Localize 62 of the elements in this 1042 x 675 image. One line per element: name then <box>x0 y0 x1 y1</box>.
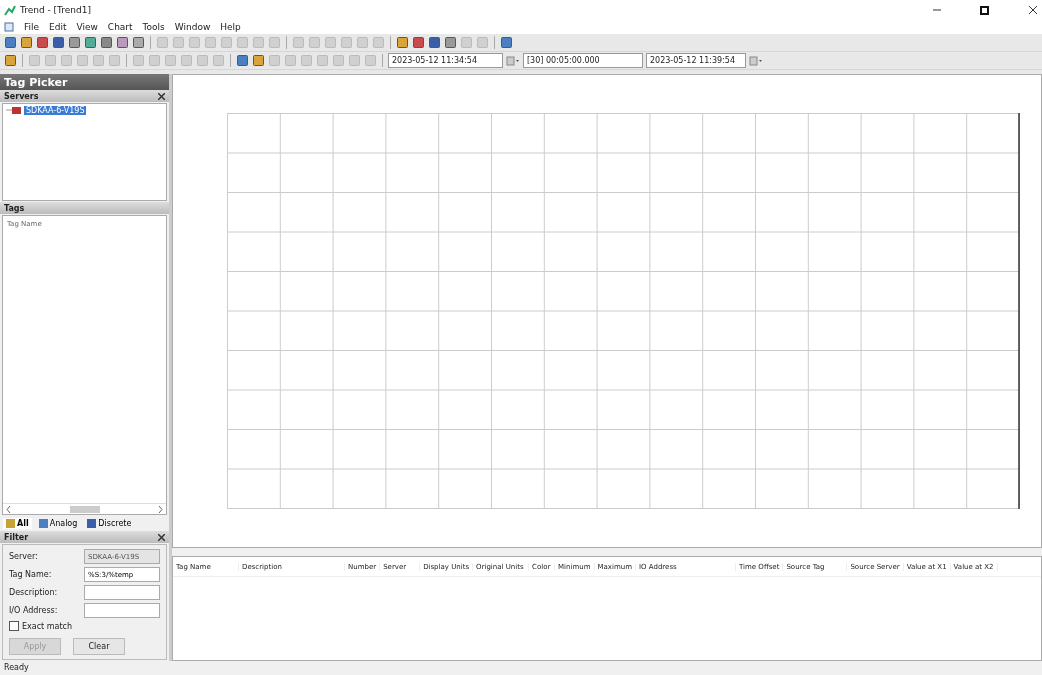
server-icon[interactable] <box>6 106 22 115</box>
field-label: I/O Address: <box>9 606 59 615</box>
checkbox[interactable] <box>9 621 19 631</box>
scroll-thumb[interactable] <box>69 505 100 513</box>
tool-icon[interactable] <box>132 36 145 49</box>
tool-icon[interactable] <box>4 36 17 49</box>
filter-button[interactable]: Clear <box>73 638 125 655</box>
menu-item[interactable]: View <box>76 22 98 32</box>
tab[interactable]: Discrete <box>84 518 135 529</box>
tool-icon[interactable] <box>20 36 33 49</box>
restore-icon[interactable] <box>980 5 990 15</box>
tool-icon[interactable] <box>236 54 249 67</box>
tab[interactable]: Analog <box>35 518 81 529</box>
tab[interactable]: All <box>3 518 32 529</box>
checkbox-label: Exact match <box>22 621 73 631</box>
status-text: Ready <box>4 663 29 672</box>
input-field[interactable] <box>84 603 160 618</box>
tool-icon[interactable] <box>428 36 441 49</box>
panel-title: Tag Picker <box>0 74 169 90</box>
tool-icon[interactable] <box>52 36 65 49</box>
menu-item[interactable]: Tools <box>142 22 165 32</box>
app-icon <box>4 4 16 16</box>
tool-icon[interactable] <box>396 36 409 49</box>
tool-icon[interactable] <box>4 54 17 67</box>
tree-item[interactable]: SDKAA-6-V19S <box>24 106 87 115</box>
menu-item[interactable]: Help <box>220 22 241 32</box>
field-label: Server: <box>9 552 39 561</box>
close-icon[interactable] <box>158 92 165 100</box>
scrollbar[interactable] <box>3 503 166 514</box>
tag-icon <box>6 519 15 528</box>
close-icon[interactable] <box>1028 5 1038 15</box>
close-icon[interactable] <box>158 533 165 541</box>
field-label: Tag Name: <box>9 570 53 579</box>
tag-icon <box>38 519 48 528</box>
input-field[interactable] <box>84 585 160 600</box>
end-time-field[interactable]: 2023-05-12 11:39:54 <box>646 53 746 68</box>
tool-icon[interactable] <box>36 36 49 49</box>
tool-icon[interactable] <box>500 36 513 49</box>
tool-icon[interactable] <box>100 36 113 49</box>
document-icon[interactable] <box>4 22 14 32</box>
tool-icon[interactable] <box>116 36 129 49</box>
section-title: Servers <box>4 91 39 101</box>
tool-icon[interactable] <box>412 36 425 49</box>
duration-field[interactable]: [30] 00:05:00.000 <box>523 53 643 68</box>
tag-icon <box>87 519 97 528</box>
menu-item[interactable]: File <box>24 22 40 32</box>
menu-item[interactable]: Window <box>174 22 211 32</box>
section-title: Tags <box>4 203 25 213</box>
window-title: Trend - [Trend1] <box>20 5 92 15</box>
chevron-left-icon[interactable] <box>6 505 11 513</box>
chevron-right-icon[interactable] <box>158 505 163 513</box>
calendar-icon[interactable] <box>749 55 763 66</box>
start-time-field[interactable]: 2023-05-12 11:34:54 <box>388 53 503 68</box>
menu-item[interactable]: Edit <box>49 22 67 32</box>
calendar-icon[interactable] <box>506 55 520 66</box>
field-label: Description: <box>9 588 59 597</box>
section-title: Filter <box>4 532 29 542</box>
tool-icon[interactable] <box>84 36 97 49</box>
tool-icon[interactable] <box>252 54 265 67</box>
tool-icon[interactable] <box>68 36 81 49</box>
menu-item[interactable]: Chart <box>107 22 133 32</box>
tool-icon[interactable] <box>444 36 457 49</box>
